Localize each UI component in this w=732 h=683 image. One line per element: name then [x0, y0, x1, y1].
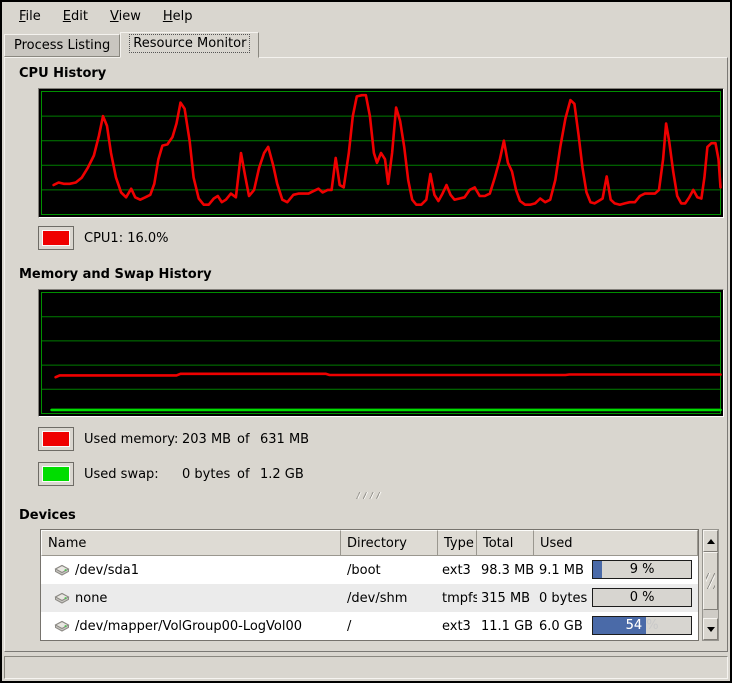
pane-resize-handle[interactable] — [356, 492, 382, 499]
memory-legend-label: Used memory: — [84, 432, 182, 447]
devices-title: Devices — [19, 508, 719, 523]
swap-legend-label: Used swap: — [84, 467, 182, 482]
scroll-down-button[interactable] — [703, 618, 718, 640]
usage-percent-label: 9 % — [593, 561, 691, 578]
device-type: ext3 — [438, 563, 477, 578]
device-type: ext3 — [438, 619, 477, 634]
device-used: 9.1 MB — [539, 563, 584, 578]
device-name: /dev/sda1 — [75, 563, 139, 578]
tab-process-listing[interactable]: Process Listing — [4, 34, 120, 57]
menu-edit[interactable]: Edit — [52, 5, 99, 28]
device-type: tmpfs — [438, 591, 477, 606]
scrollbar-grip-icon — [706, 573, 715, 589]
usage-percent-label: 0 % — [593, 589, 691, 606]
cpu-history-title: CPU History — [19, 66, 719, 81]
memory-color-icon — [42, 431, 70, 447]
usage-progress-bar: 0 % 0 % — [592, 588, 692, 607]
devices-table: Name Directory Type Total Used /dev/sda1… — [40, 529, 699, 641]
usage-progress-bar: 54 % 54 % — [592, 616, 692, 635]
memory-used-value: 203 MB — [182, 432, 237, 447]
device-directory: /boot — [341, 563, 438, 578]
memory-swap-plot — [39, 290, 723, 416]
swap-color-swatch-button[interactable] — [38, 462, 74, 486]
cpu-history-plot — [39, 89, 723, 217]
column-header-type[interactable]: Type — [438, 530, 477, 556]
scroll-up-button[interactable] — [703, 530, 718, 552]
column-header-total[interactable]: Total — [477, 530, 534, 556]
menu-help[interactable]: Help — [152, 5, 204, 28]
device-row[interactable]: none /dev/shm tmpfs 315 MB 0 bytes 0 % 0… — [41, 584, 698, 612]
down-arrow-icon — [707, 627, 715, 632]
device-row[interactable]: /dev/sda1 /boot ext3 98.3 MB 9.1 MB 9 % … — [41, 556, 698, 584]
device-directory: / — [341, 619, 438, 634]
cpu1-legend-label: CPU1: 16.0% — [84, 231, 169, 246]
column-header-used[interactable]: Used — [534, 530, 698, 556]
swap-of-label: of — [237, 467, 260, 482]
device-total: 315 MB — [477, 591, 534, 606]
memory-color-swatch-button[interactable] — [38, 427, 74, 451]
devices-area: Name Directory Type Total Used /dev/sda1… — [40, 529, 719, 641]
resource-monitor-page: CPU History CPU1: 16.0% Memory and Swap … — [4, 57, 728, 652]
devices-scrollbar[interactable] — [702, 529, 719, 641]
device-total: 11.1 GB — [477, 619, 534, 634]
scrollbar-thumb[interactable] — [703, 552, 718, 610]
swap-legend-row: Used swap: 0 bytes of 1.2 GB — [38, 462, 719, 486]
column-header-directory[interactable]: Directory — [341, 530, 438, 556]
cpu1-color-swatch-button[interactable] — [38, 226, 74, 250]
swap-used-value: 0 bytes — [182, 467, 237, 482]
device-name: none — [75, 591, 107, 606]
memory-swap-history-title: Memory and Swap History — [19, 267, 719, 282]
device-total: 98.3 MB — [477, 563, 534, 578]
harddisk-icon — [54, 592, 70, 605]
menu-view[interactable]: View — [99, 5, 152, 28]
tab-process-listing-label: Process Listing — [14, 38, 110, 53]
device-used: 0 bytes — [539, 591, 587, 606]
statusbar — [4, 656, 728, 679]
device-used: 6.0 GB — [539, 619, 583, 634]
swap-total-value: 1.2 GB — [260, 467, 304, 482]
cpu-history-graph — [38, 88, 724, 218]
system-monitor-window: { "menubar": { "items": [ {"label": "Fil… — [0, 0, 732, 683]
device-directory: /dev/shm — [341, 591, 438, 606]
swap-color-icon — [42, 466, 70, 482]
usage-progress-bar: 9 % 9 % — [592, 560, 692, 579]
up-arrow-icon — [707, 539, 715, 544]
device-name: /dev/mapper/VolGroup00-LogVol00 — [75, 619, 302, 634]
harddisk-icon — [54, 564, 70, 577]
tab-resource-monitor-label: Resource Monitor — [130, 35, 249, 52]
cpu1-color-icon — [42, 230, 70, 246]
tab-bar: Process Listing Resource Monitor — [2, 30, 730, 57]
devices-table-header: Name Directory Type Total Used — [41, 530, 698, 556]
menu-file[interactable]: File — [8, 5, 52, 28]
device-row[interactable]: /dev/mapper/VolGroup00-LogVol00 / ext3 1… — [41, 612, 698, 640]
cpu-legend: CPU1: 16.0% — [38, 226, 719, 250]
tab-resource-monitor[interactable]: Resource Monitor — [120, 32, 259, 58]
memory-swap-history-graph — [38, 289, 724, 417]
harddisk-icon — [54, 620, 70, 633]
memory-of-label: of — [237, 432, 260, 447]
memory-total-value: 631 MB — [260, 432, 309, 447]
column-header-name[interactable]: Name — [41, 530, 341, 556]
memory-legend-row: Used memory: 203 MB of 631 MB — [38, 427, 719, 451]
menubar: FileEditViewHelp — [2, 2, 730, 30]
devices-table-body: /dev/sda1 /boot ext3 98.3 MB 9.1 MB 9 % … — [41, 556, 698, 640]
